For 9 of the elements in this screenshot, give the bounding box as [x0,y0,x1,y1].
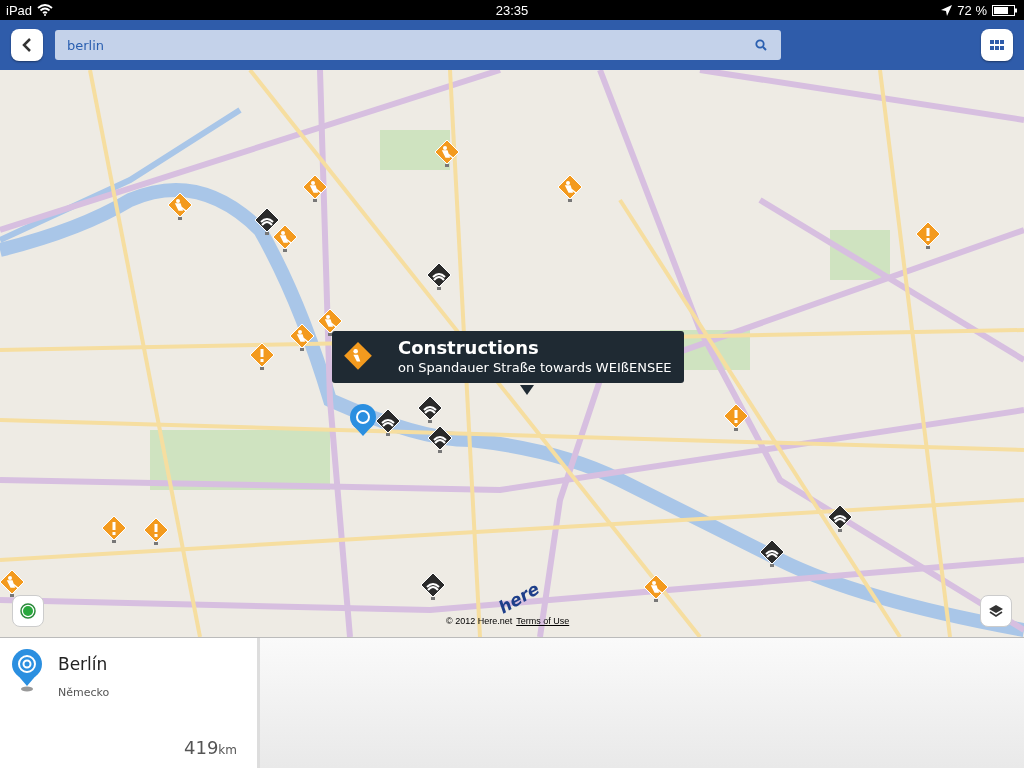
battery-percentage: 72 % [957,2,987,18]
distance-text: 419km [184,737,237,758]
place-name: Berlín [58,654,109,674]
place-country: Německo [58,686,110,699]
clock-time: 23:35 [495,2,529,18]
device-name: iPad [6,2,33,18]
copyright-text: © 2012 Here.net [446,616,513,626]
popup-title: Constructions [398,337,540,359]
popup-subtitle: on Spandauer Straße towards WEIßENSEE [398,359,672,377]
